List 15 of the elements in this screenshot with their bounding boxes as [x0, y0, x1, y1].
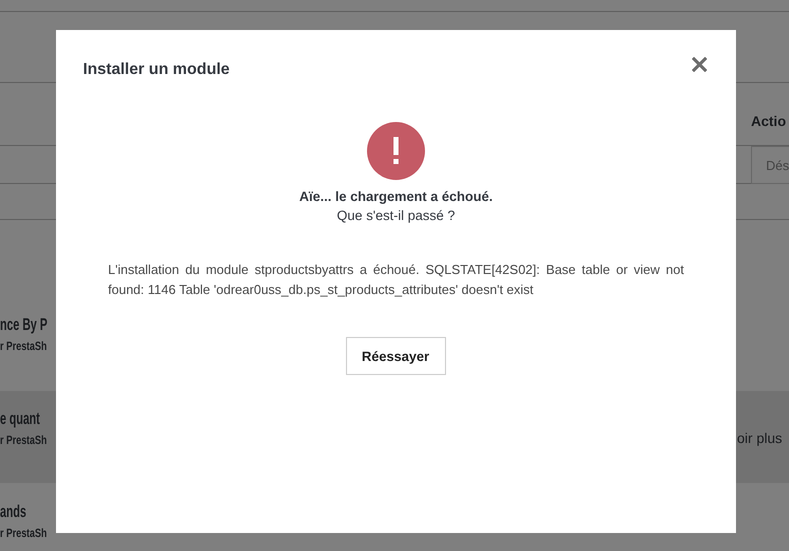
error-subheading: Que s'est-il passé ?	[336, 208, 456, 223]
module-name: nce By P	[0, 315, 48, 335]
error-message: L'installation du module stproductsbyattrs a échoué. SQLSTATE[42S02]: Base table or view not found: 1146 Table 'odrear0uss_db.ps_st_products_attributes' doesn't exist	[108, 261, 684, 299]
module-name: ands	[0, 502, 26, 522]
error-heading: Aïe... le chargement a échoué.	[299, 189, 493, 204]
module-author: r PrestaSh	[0, 339, 47, 353]
error-icon	[367, 122, 425, 180]
module-author: r PrestaSh	[0, 526, 47, 540]
module-name: e quant	[0, 409, 40, 429]
modal-title: Installer un module	[83, 61, 230, 79]
column-header: Actio	[751, 113, 786, 129]
module-description: oir plus	[737, 430, 782, 446]
close-icon[interactable]	[692, 57, 707, 72]
module-author: r PrestaSh	[0, 433, 47, 447]
retry-button[interactable]: Réessayer	[346, 337, 446, 375]
